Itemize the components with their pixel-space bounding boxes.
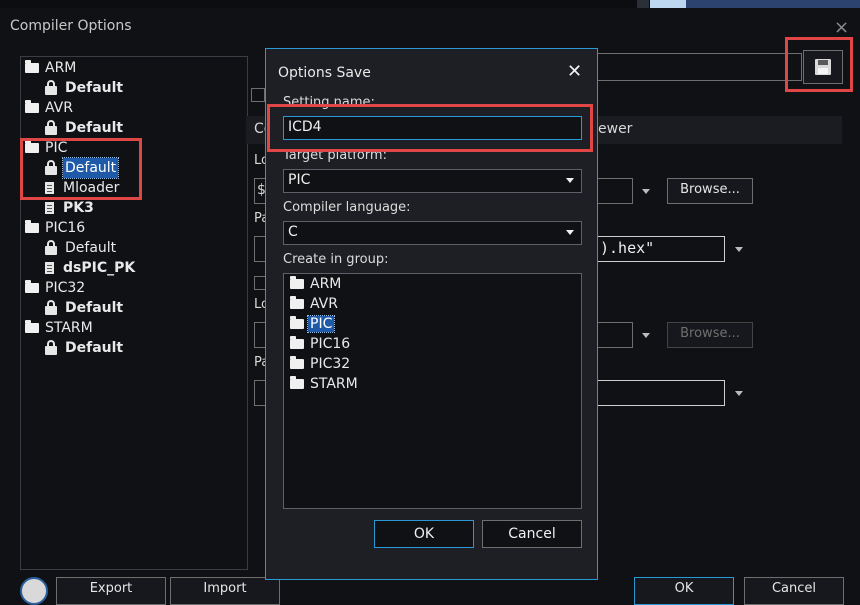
tree-item-pic16-default[interactable]: Default: [45, 238, 118, 258]
compiler-language-select[interactable]: C: [283, 221, 582, 245]
pattern2-field-bg[interactable]: [597, 380, 725, 406]
tree-group-pic32[interactable]: PIC32: [25, 278, 87, 298]
tree-item-label: Default: [65, 120, 124, 136]
tree-item-label: Default: [65, 240, 117, 256]
folder-icon: [25, 320, 39, 333]
group-item-label: ARM: [310, 276, 342, 292]
folder-icon: [25, 100, 39, 113]
tree-group-pic16[interactable]: PIC16: [25, 218, 87, 238]
group-item-pic32[interactable]: PIC32: [290, 354, 352, 374]
create-in-group-label: Create in group:: [283, 252, 389, 267]
taskbar-segment-light: [650, 0, 686, 8]
main-ok-button[interactable]: OK: [634, 577, 734, 605]
path2-dropdown[interactable]: [634, 322, 658, 348]
group-item-pic[interactable]: PIC: [290, 314, 336, 334]
folder-icon: [25, 220, 39, 233]
window-close-icon[interactable]: ×: [834, 17, 849, 38]
folder-icon: [290, 356, 304, 369]
folder-icon: [290, 276, 304, 289]
folder-icon: [25, 60, 39, 73]
tree-item-label: Default: [65, 300, 124, 316]
folder-icon: [290, 296, 304, 309]
tree-group-label: AVR: [45, 100, 73, 116]
group-item-label: STARM: [310, 376, 358, 392]
tab-fragment-right[interactable]: ewer: [598, 121, 632, 137]
target-platform-value: PIC: [288, 172, 311, 188]
browse-button[interactable]: Browse...: [667, 178, 753, 204]
tree-group-label: STARM: [45, 320, 93, 336]
tree-item-label: Default: [65, 80, 124, 96]
group-item-pic16[interactable]: PIC16: [290, 334, 352, 354]
folder-icon: [25, 280, 39, 293]
group-item-starm[interactable]: STARM: [290, 374, 360, 394]
tree-item-label: Default: [65, 340, 124, 356]
highlight-setting-name: [267, 104, 593, 152]
tree-item-pic-pk3[interactable]: PK3: [45, 198, 96, 218]
lock-icon: [45, 239, 57, 255]
window-title: Compiler Options: [10, 18, 132, 34]
lock-icon: [45, 119, 57, 135]
settings-tree[interactable]: ARM Default AVR Default PIC Default Mloa…: [20, 56, 248, 570]
tree-item-starm-default[interactable]: Default: [45, 338, 125, 358]
compiler-language-label: Compiler language:: [283, 200, 411, 215]
tree-item-label: dsPIC_PK: [63, 260, 136, 276]
tree-group-arm[interactable]: ARM: [25, 58, 78, 78]
group-item-label: PIC: [306, 315, 336, 333]
path2-field-bg[interactable]: [597, 322, 633, 348]
dialog-close-icon[interactable]: ✕: [567, 61, 582, 82]
dialog-ok-button[interactable]: OK: [374, 520, 474, 548]
path-field-bg[interactable]: [597, 178, 633, 204]
highlight-pic-items: [20, 138, 142, 200]
path-dropdown[interactable]: [634, 178, 658, 204]
lock-icon: [45, 299, 57, 315]
import-button[interactable]: Import: [170, 577, 280, 605]
folder-icon: [290, 376, 304, 389]
group-item-arm[interactable]: ARM: [290, 274, 343, 294]
pattern-fragment: ).hex": [600, 239, 655, 257]
taskbar-segment-blue: [686, 0, 860, 8]
compiler-language-value: C: [288, 224, 298, 240]
chevron-down-icon: [566, 230, 574, 235]
dialog-title: Options Save: [278, 65, 371, 81]
tree-item-pic16-dspic-pk[interactable]: dsPIC_PK: [45, 258, 137, 278]
browse-button-disabled[interactable]: Browse...: [667, 322, 753, 348]
tree-group-avr[interactable]: AVR: [25, 98, 75, 118]
folder-icon: [290, 336, 304, 349]
tree-item-label: PK3: [63, 200, 94, 216]
checkbox-bg[interactable]: [251, 88, 265, 102]
taskbar-segment: [637, 0, 649, 8]
main-cancel-button[interactable]: Cancel: [744, 577, 844, 605]
pattern2-dropdown[interactable]: [727, 380, 751, 406]
dialog-cancel-button[interactable]: Cancel: [482, 520, 582, 548]
setting-name-combo-bg[interactable]: [590, 53, 802, 81]
document-icon: [45, 202, 54, 214]
tree-group-label: ARM: [45, 60, 77, 76]
tree-group-label: PIC16: [45, 220, 86, 236]
help-icon[interactable]: [20, 577, 48, 605]
export-button[interactable]: Export: [56, 577, 166, 605]
document-icon: [45, 262, 54, 274]
tree-group-starm[interactable]: STARM: [25, 318, 95, 338]
lock-icon: [45, 79, 57, 95]
group-list[interactable]: ARM AVR PIC PIC16 PIC32 STARM: [283, 273, 582, 509]
lock-icon: [45, 339, 57, 355]
group-item-label: PIC32: [310, 356, 351, 372]
tree-item-arm-default[interactable]: Default: [45, 78, 125, 98]
group-item-label: AVR: [310, 296, 338, 312]
pattern-dropdown[interactable]: [727, 236, 751, 262]
chevron-down-icon: [566, 178, 574, 183]
taskbar-strip: [0, 0, 860, 8]
tree-item-pic32-default[interactable]: Default: [45, 298, 125, 318]
group-item-avr[interactable]: AVR: [290, 294, 340, 314]
folder-icon: [290, 316, 304, 329]
tree-group-label: PIC32: [45, 280, 86, 296]
tree-item-avr-default[interactable]: Default: [45, 118, 125, 138]
target-platform-select[interactable]: PIC: [283, 169, 582, 193]
highlight-save-button: [785, 37, 853, 92]
group-item-label: PIC16: [310, 336, 351, 352]
